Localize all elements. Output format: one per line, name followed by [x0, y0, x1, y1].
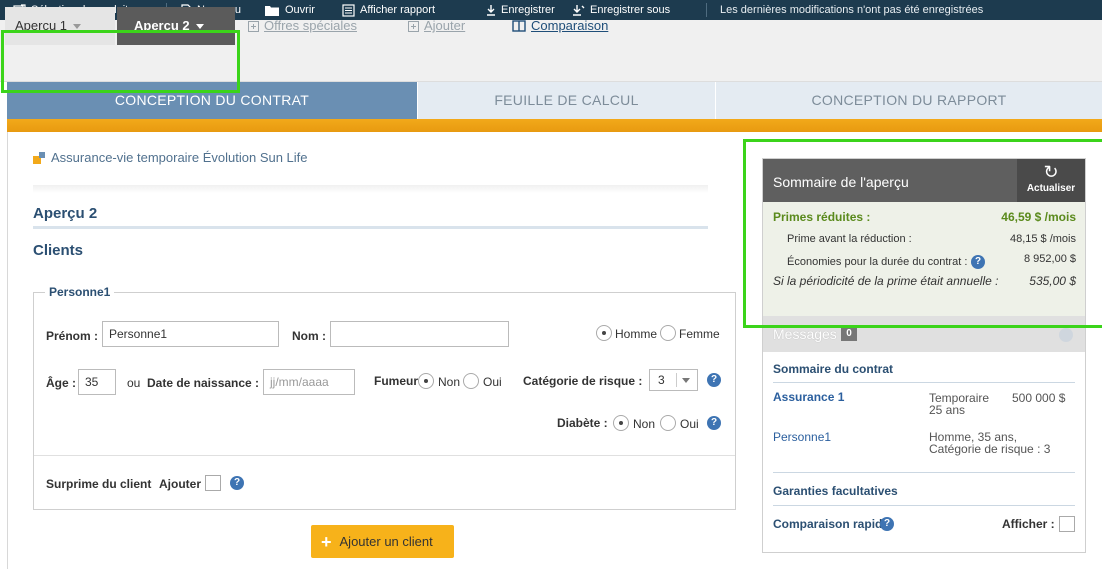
- male-label: Homme: [615, 327, 658, 341]
- smoker-no-label: Non: [438, 375, 461, 389]
- collapse-icon[interactable]: [1059, 328, 1073, 342]
- diabetes-yes-radio[interactable]: [660, 415, 676, 431]
- highlight-box-summary: [743, 139, 1102, 328]
- risk-category-select[interactable]: 3: [649, 369, 698, 391]
- quick-comparison-label: Comparaison rapide: [773, 517, 890, 531]
- product-icon: [33, 151, 45, 164]
- help-icon[interactable]: ?: [707, 416, 721, 430]
- help-icon[interactable]: ?: [230, 476, 244, 490]
- insurance-1-link[interactable]: Assurance 1: [773, 390, 844, 404]
- add-preview-link[interactable]: Ajouter: [408, 7, 465, 45]
- diabetes-yes-label: Oui: [680, 417, 699, 431]
- person-1-link[interactable]: Personne1: [773, 430, 831, 444]
- clients-heading: Clients: [33, 242, 84, 259]
- age-input[interactable]: 35: [78, 369, 116, 395]
- client-legend: Personne1: [45, 285, 115, 299]
- special-offers-label: Offres spéciales: [264, 18, 357, 33]
- dropdown-arrow-icon: [682, 378, 690, 383]
- female-label: Femme: [679, 327, 720, 341]
- download-icon: [487, 5, 495, 16]
- risk-category-label: Catégorie de risque :: [523, 374, 643, 388]
- contract-summary-title: Sommaire du contrat: [773, 362, 894, 376]
- plus-box-icon: [408, 20, 419, 32]
- dob-label: Date de naissance :: [147, 376, 260, 390]
- surcharge-label: Surprime du client: [46, 477, 152, 491]
- smoker-yes-label: Oui: [483, 375, 502, 389]
- diabetes-no-radio[interactable]: [613, 415, 629, 431]
- chevron-down-icon: [195, 23, 204, 29]
- messages-count-badge: 0: [841, 327, 857, 341]
- orange-divider: [7, 119, 1102, 132]
- last-name-input[interactable]: [330, 321, 509, 347]
- insurance-amount: 500 000 $: [1012, 391, 1066, 405]
- risk-category-value: 3: [658, 373, 665, 387]
- show-comparison-checkbox[interactable]: [1059, 516, 1075, 532]
- or-label: ou: [127, 376, 141, 390]
- messages-title: Messages: [773, 326, 837, 342]
- preview-heading: Aperçu 2: [33, 205, 98, 222]
- dob-input[interactable]: jj/mm/aaaa: [263, 369, 355, 395]
- first-name-label: Prénom :: [46, 329, 99, 343]
- last-name-label: Nom :: [292, 329, 326, 343]
- surcharge-add-checkbox[interactable]: [205, 475, 221, 491]
- diabetes-no-label: Non: [633, 417, 656, 431]
- plus-icon: +: [321, 531, 332, 552]
- product-title: Assurance-vie temporaire Évolution Sun L…: [33, 150, 308, 165]
- plus-box-icon: [248, 20, 259, 32]
- help-icon[interactable]: ?: [880, 517, 894, 531]
- add-client-label: Ajouter un client: [339, 534, 433, 549]
- female-radio[interactable]: [660, 325, 676, 341]
- special-offers-link[interactable]: Offres spéciales: [248, 7, 357, 45]
- highlight-box-tabs: [1, 30, 240, 93]
- product-title-text: Assurance-vie temporaire Évolution Sun L…: [51, 150, 308, 165]
- insurance-term: 25 ans: [929, 403, 966, 417]
- tab-report-design[interactable]: CONCEPTION DU RAPPORT: [715, 82, 1102, 119]
- show-label: Afficher :: [1002, 517, 1055, 531]
- smoker-yes-radio[interactable]: [463, 373, 479, 389]
- tab-spreadsheet[interactable]: FEUILLE DE CALCUL: [417, 82, 715, 119]
- chevron-down-icon: [73, 23, 82, 29]
- help-icon[interactable]: ?: [707, 373, 721, 387]
- comparison-link[interactable]: Comparaison: [512, 7, 608, 45]
- diabetes-label: Diabète :: [557, 416, 608, 430]
- male-radio[interactable]: [596, 325, 612, 341]
- comparison-label: Comparaison: [531, 18, 609, 33]
- smoker-no-radio[interactable]: [418, 373, 434, 389]
- person-summary-line2: Catégorie de risque : 3: [929, 442, 1051, 456]
- add-client-button[interactable]: + Ajouter un client: [311, 525, 454, 558]
- optional-benefits-title: Garanties facultatives: [773, 484, 898, 498]
- unsaved-notice: Les dernières modifications n'ont pas ét…: [720, 4, 984, 16]
- add-preview-label: Ajouter: [424, 18, 466, 33]
- surcharge-add-label: Ajouter: [159, 477, 201, 491]
- columns-icon: [512, 20, 526, 32]
- age-label: Âge :: [46, 376, 76, 390]
- first-name-input[interactable]: Personne1: [102, 321, 279, 347]
